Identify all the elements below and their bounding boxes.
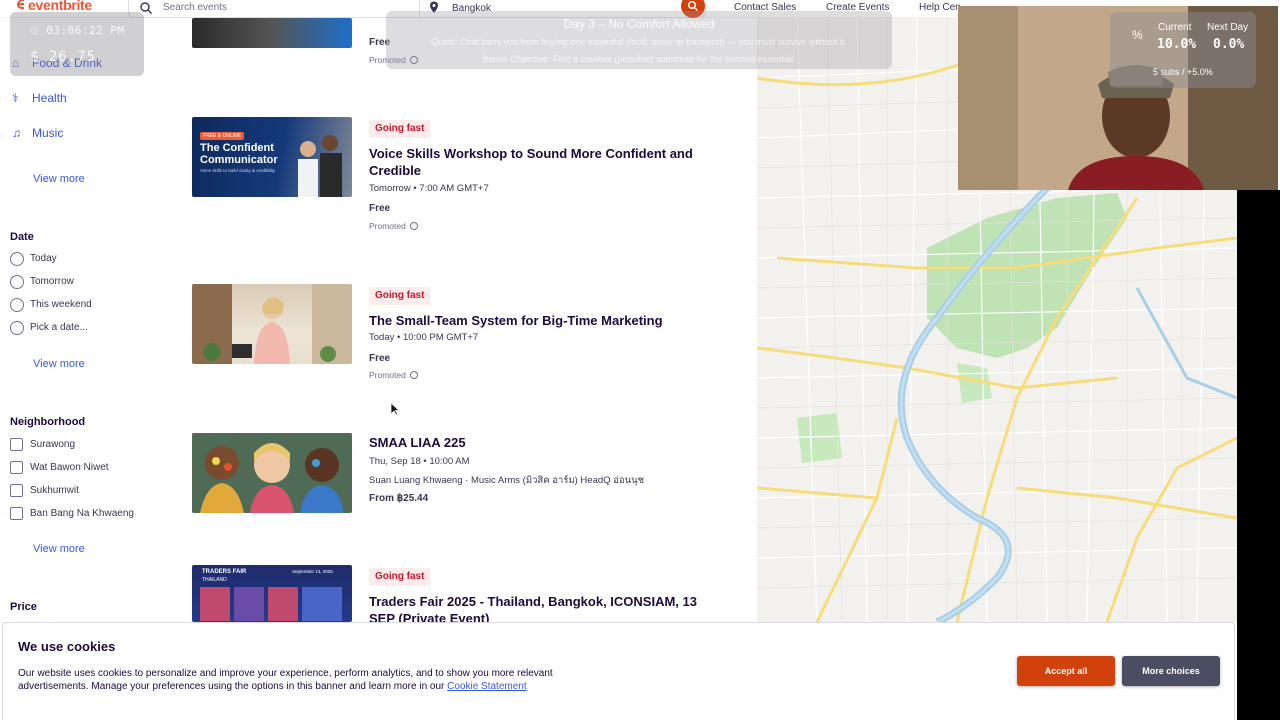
event-promoted: Promoted <box>369 370 418 380</box>
event-venue: Suan Luang Khwaeng · Music Arms (มิวสิค … <box>369 475 645 486</box>
radio-button[interactable] <box>10 321 24 335</box>
event-date: Tomorrow • 7:00 AM GMT+7 <box>369 183 489 194</box>
timer-money: $ 26.75 <box>30 49 97 65</box>
event-price: From ฿25.44 <box>369 493 429 504</box>
checkbox[interactable] <box>10 484 23 497</box>
neighborhood-filter-heading: Neighborhood <box>10 416 86 428</box>
thumbnail-subtitle: THAILAND <box>202 577 227 583</box>
mouse-cursor-icon <box>390 402 400 416</box>
view-more-neighborhoods[interactable]: View more <box>33 543 85 555</box>
radio-label: Today <box>30 253 57 264</box>
event-date: Thu, Sep 18 • 10:00 AM <box>369 456 470 467</box>
eventbrite-logo-icon <box>17 0 24 9</box>
radio-label: Pick a date... <box>30 322 88 333</box>
stethoscope-icon: ⚕ <box>12 91 19 105</box>
event-date: Today • 10:00 PM GMT+7 <box>369 332 479 343</box>
info-icon[interactable] <box>409 371 418 379</box>
stats-current-value: 10.0% <box>1157 37 1197 52</box>
view-more-dates[interactable]: View more <box>33 358 85 370</box>
event-thumbnail[interactable] <box>192 284 352 364</box>
thumbnail-tagline: Voice skills to build clarity & credibil… <box>200 168 276 173</box>
thumbnail-children-image <box>192 433 352 513</box>
category-music[interactable]: ♫ Music <box>12 126 63 140</box>
cookie-banner: We use cookies Our website uses cookies … <box>2 622 1235 720</box>
event-title[interactable]: SMAA LIAA 225 <box>369 434 699 451</box>
category-health[interactable]: ⚕ Health <box>12 91 67 105</box>
cookie-title: We use cookies <box>18 639 116 654</box>
event-price: Free <box>369 203 391 214</box>
radio-label: This weekend <box>30 299 92 310</box>
event-thumbnail[interactable] <box>192 433 352 513</box>
promoted-label: Promoted <box>369 370 406 380</box>
timer-time-text: 03:06:22 PM <box>46 24 125 37</box>
date-filter-heading: Date <box>10 231 34 243</box>
screen-edge <box>1237 190 1280 720</box>
challenge-title: Day 3 – No Comfort Allowed <box>563 17 715 31</box>
category-label: Health <box>32 91 67 105</box>
radio-button[interactable] <box>10 252 24 266</box>
info-icon[interactable] <box>409 222 418 230</box>
stats-current-label: Current <box>1158 22 1192 33</box>
checkbox[interactable] <box>10 507 23 520</box>
stats-subs: 5 subs / +5.0% <box>1153 67 1213 77</box>
view-more-categories[interactable]: View more <box>33 173 85 185</box>
event-thumbnail[interactable] <box>192 18 352 48</box>
event-price: Free <box>369 353 391 364</box>
thumbnail-badge: FREE & ONLINE <box>200 132 245 140</box>
going-fast-badge: Going fast <box>369 568 431 586</box>
event-thumbnail[interactable]: FREE & ONLINE The Confident Communicator… <box>192 117 352 197</box>
timer-clock: ⏲ 03:06:22 PM <box>30 24 125 37</box>
cookie-description: Our website uses cookies to personalize … <box>18 667 618 693</box>
thumbnail-title: The Confident Communicator <box>200 142 278 166</box>
stats-next-value: 0.0% <box>1213 37 1245 52</box>
thumbnail-speakers-image <box>200 587 342 621</box>
event-promoted: Promoted <box>369 221 418 231</box>
going-fast-badge: Going fast <box>369 120 431 138</box>
checkbox-label: Sukhumwit <box>30 485 79 496</box>
accept-all-button[interactable]: Accept all <box>1017 656 1115 686</box>
challenge-quest: Quest: Chat bans you from buying one ess… <box>431 37 847 47</box>
promoted-label: Promoted <box>369 221 406 231</box>
challenge-overlay: Day 3 – No Comfort Allowed Quest: Chat b… <box>386 11 892 69</box>
event-thumbnail[interactable]: TRADERS FAIR THAILAND September 13, 2025 <box>192 565 352 622</box>
music-note-icon: ♫ <box>12 126 21 140</box>
challenge-bonus: Bonus Objective: Find a creative (possib… <box>482 54 796 64</box>
checkbox[interactable] <box>10 438 23 451</box>
percent-icon: % <box>1132 28 1143 42</box>
radio-button[interactable] <box>10 298 24 312</box>
filters-sidebar: ⌂ Food & Drink ⚕ Health ♫ Music View more D… <box>0 18 180 718</box>
category-label: Music <box>32 126 64 140</box>
stats-next-label: Next Day <box>1207 22 1249 33</box>
checkbox-label: Ban Bang Na Khwaeng <box>30 508 134 519</box>
stats-widget: % Current 10.0% Next Day 0.0% 5 subs / +… <box>1110 12 1256 88</box>
radio-button[interactable] <box>10 275 24 289</box>
nav-help-center[interactable]: Help Cen <box>919 2 961 13</box>
checkbox-label: Wat Bawon Niwet <box>30 462 109 473</box>
price-filter-heading: Price <box>10 601 37 613</box>
thumbnail-title: TRADERS FAIR <box>202 569 247 575</box>
going-fast-badge: Going fast <box>369 287 431 305</box>
event-title[interactable]: Voice Skills Workshop to Sound More Conf… <box>369 145 699 179</box>
thumbnail-date: September 13, 2025 <box>292 569 333 574</box>
checkbox-label: Surawong <box>30 439 76 450</box>
event-title[interactable]: The Small-Team System for Big-Time Marke… <box>369 312 699 329</box>
checkbox[interactable] <box>10 461 23 474</box>
search-input[interactable] <box>163 2 403 13</box>
thumbnail-woman-image <box>192 284 352 364</box>
cookie-statement-link[interactable]: Cookie Statement <box>447 681 527 692</box>
stream-timer-widget: ⏲ 03:06:22 PM $ 26.75 <box>10 12 144 76</box>
thumbnail-people-image <box>298 135 342 197</box>
radio-label: Tomorrow <box>30 276 74 287</box>
more-choices-button[interactable]: More choices <box>1122 656 1220 686</box>
